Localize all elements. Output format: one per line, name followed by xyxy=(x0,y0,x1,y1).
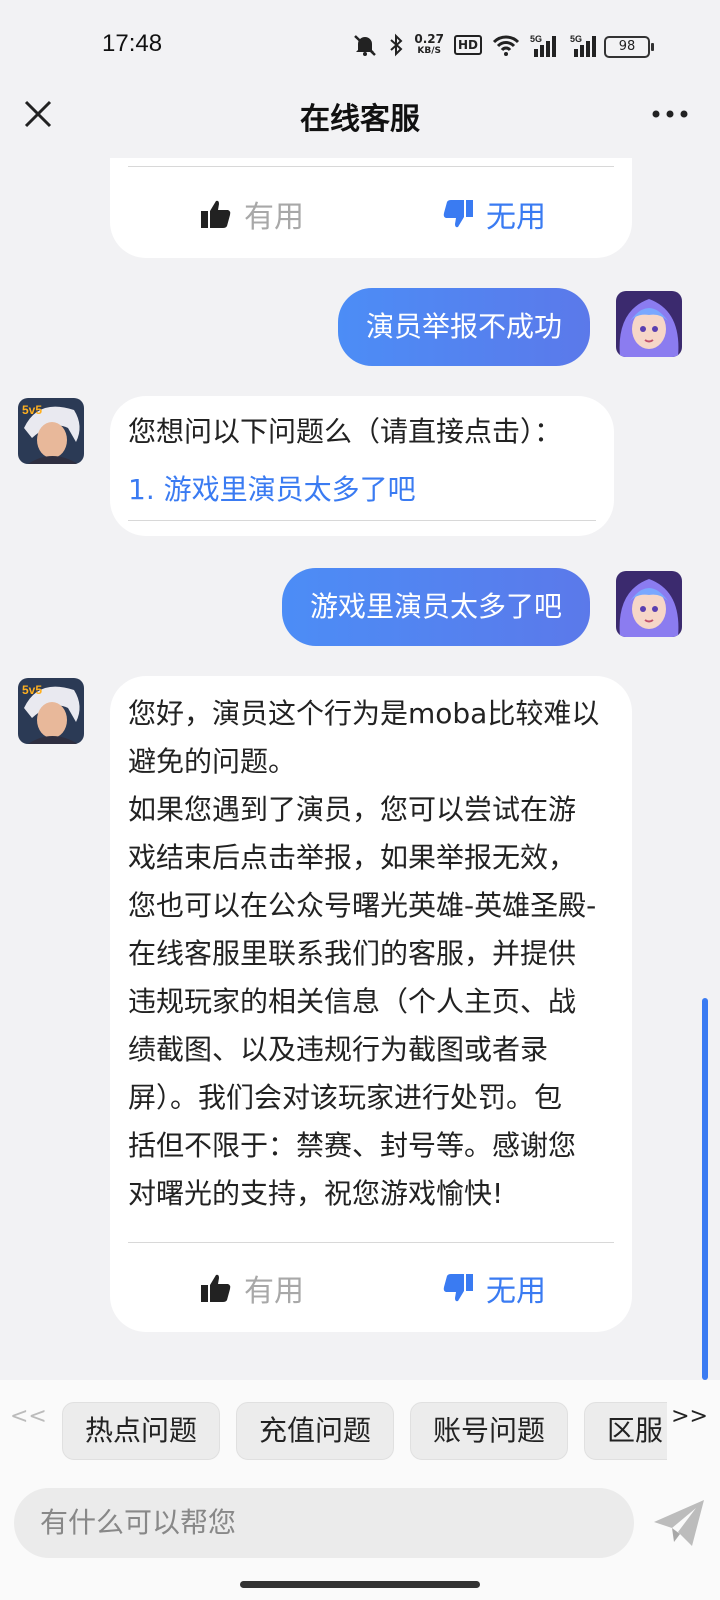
useful-button[interactable]: 有用 xyxy=(200,192,304,236)
quick-question-chip[interactable]: 热点问题 xyxy=(62,1402,221,1460)
scroll-right-button[interactable]: >> xyxy=(667,1404,708,1429)
home-indicator[interactable] xyxy=(240,1581,480,1588)
signal-5g-icon-2: 5G xyxy=(570,34,596,57)
bot-answer-line: 括但不限于：禁赛、封号等。感谢您 xyxy=(128,1129,577,1162)
bot-answer-text: 您好，演员这个行为是moba比较难以 避免的问题。如果您遇到了演员，您可以尝试在游… xyxy=(128,690,599,1218)
bot-avatar-icon: 5v5 xyxy=(18,398,84,464)
send-icon[interactable] xyxy=(650,1494,708,1552)
user-avatar[interactable] xyxy=(616,571,682,637)
bot-answer-line: 屏）。我们会对该玩家进行处罚。包 xyxy=(128,1081,563,1114)
message-input[interactable]: 有什么可以帮您 xyxy=(14,1488,634,1558)
user-message-bubble: 游戏里演员太多了吧 xyxy=(281,568,590,646)
bot-avatar-badge: 5v5 xyxy=(22,683,42,697)
bot-message-card: 您好，演员这个行为是moba比较难以 避免的问题。如果您遇到了演员，您可以尝试在游… xyxy=(110,676,632,1332)
svg-text:5G: 5G xyxy=(530,34,542,44)
useful-button[interactable]: 有用 xyxy=(200,1266,304,1310)
status-icons: 0.27 KB/S HD 5G 5G xyxy=(352,32,600,58)
chat-area[interactable]: 有用 无用 演员举报不成功 5v5 您想问以下问题么（请直接点击）： 1. 游戏 xyxy=(0,158,720,1380)
status-time: 17:48 xyxy=(102,30,163,57)
bot-answer-line: 您好，演员这个行为是moba比较难以 xyxy=(128,697,600,730)
thumb-down-icon xyxy=(443,200,473,228)
useless-button[interactable]: 无用 xyxy=(442,1266,546,1310)
user-avatar[interactable] xyxy=(616,291,682,357)
divider xyxy=(128,520,596,521)
thumb-up-icon xyxy=(201,200,231,228)
bot-answer-line: 违规玩家的相关信息（个人主页、战 xyxy=(128,985,577,1018)
quick-question-list: 热点问题 充值问题 账号问题 区服 xyxy=(62,1402,667,1460)
divider xyxy=(128,166,614,167)
signal-5g-icon: 5G xyxy=(530,34,556,57)
mute-icon xyxy=(354,35,377,56)
thumb-down-icon xyxy=(443,1274,473,1302)
bot-message-card: 有用 无用 xyxy=(110,158,632,258)
bot-answer-line: 避免的问题。 xyxy=(128,745,297,778)
bot-avatar[interactable]: 5v5 xyxy=(18,398,84,464)
svg-text:5G: 5G xyxy=(570,34,582,44)
useful-label: 有用 xyxy=(244,200,304,235)
bot-answer-line: 在线客服里联系我们的客服，并提供 xyxy=(128,937,577,970)
user-message-bubble: 演员举报不成功 xyxy=(337,288,590,366)
useless-label: 无用 xyxy=(486,1274,546,1309)
bot-avatar-badge: 5v5 xyxy=(22,403,42,417)
useful-label: 有用 xyxy=(244,1274,304,1309)
bot-avatar[interactable]: 5v5 xyxy=(18,678,84,744)
quick-question-chip[interactable]: 账号问题 xyxy=(410,1402,569,1460)
battery-icon: 98 xyxy=(604,36,654,58)
input-bar: 有什么可以帮您 xyxy=(0,1474,720,1600)
bot-answer-line: 绩截图、以及违规行为截图或者录 xyxy=(128,1033,549,1066)
useless-label: 无用 xyxy=(486,200,546,235)
bluetooth-icon xyxy=(390,33,403,57)
bot-avatar-icon: 5v5 xyxy=(18,678,84,744)
bot-answer-line: 戏结束后点击举报，如果举报无效， xyxy=(128,841,577,874)
quick-question-chip[interactable]: 充值问题 xyxy=(236,1402,395,1460)
user-avatar-icon xyxy=(616,291,682,357)
user-avatar-icon xyxy=(616,571,682,637)
bot-prompt-text: 您想问以下问题么（请直接点击）： xyxy=(128,415,563,448)
page-title: 在线客服 xyxy=(300,102,420,137)
quick-question-chip[interactable]: 区服 xyxy=(584,1402,667,1460)
scrollbar[interactable] xyxy=(702,998,708,1380)
divider xyxy=(128,1242,614,1243)
bot-answer-line: 您也可以在公众号曙光英雄-英雄圣殿- xyxy=(128,889,597,922)
bot-answer-line: 如果您遇到了演员，您可以尝试在游 xyxy=(128,793,577,826)
hd-icon: HD xyxy=(453,35,482,55)
thumb-up-icon xyxy=(201,1274,231,1302)
scroll-left-button[interactable]: << xyxy=(10,1404,47,1429)
suggested-question-link[interactable]: 1. 游戏里演员太多了吧 xyxy=(128,468,416,508)
net-speed: 0.27 KB/S xyxy=(414,32,444,56)
wifi-icon xyxy=(492,35,520,56)
bot-message-card: 您想问以下问题么（请直接点击）： 1. 游戏里演员太多了吧 xyxy=(110,396,614,536)
useless-button[interactable]: 无用 xyxy=(442,192,546,236)
quick-question-bar: << 热点问题 充值问题 账号问题 区服 >> xyxy=(0,1380,720,1474)
bot-answer-line: 对曙光的支持，祝您游戏愉快! xyxy=(128,1177,504,1210)
more-icon[interactable] xyxy=(650,98,690,130)
header-bar: 在线客服 xyxy=(0,78,720,158)
